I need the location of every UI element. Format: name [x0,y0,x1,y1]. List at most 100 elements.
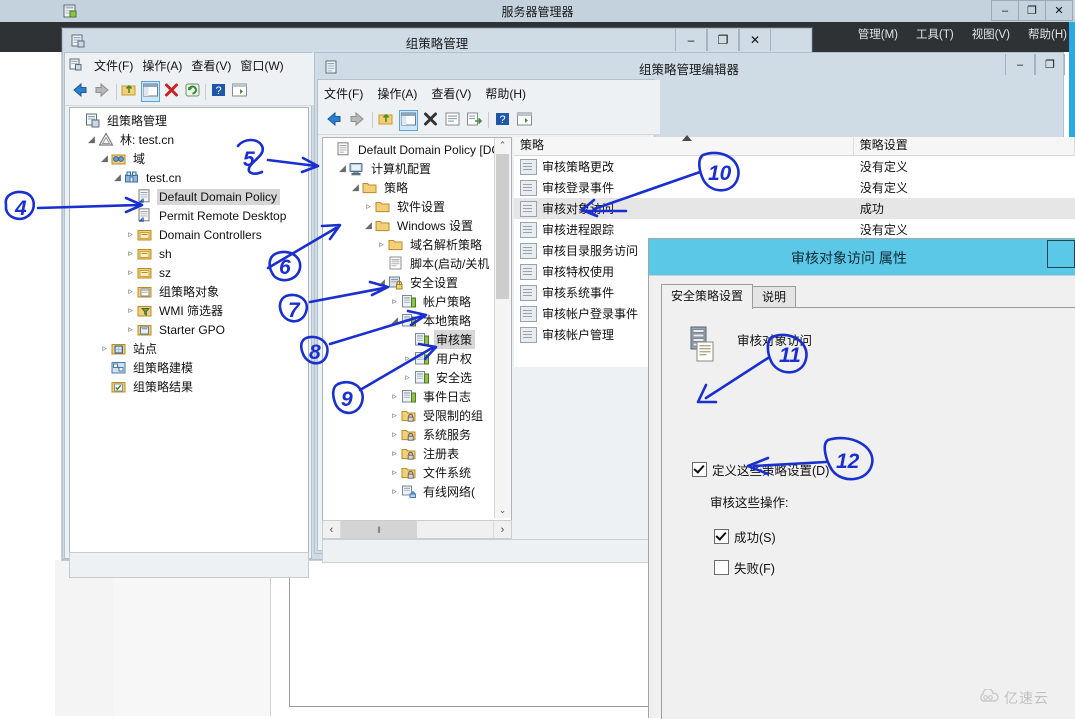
tree-item-domain-controllers[interactable]: ▹Domain Controllers [70,225,308,244]
expanded-chevron-icon[interactable]: ◢ [388,315,401,326]
collapsed-chevron-icon[interactable]: ▹ [388,448,401,459]
collapsed-chevron-icon[interactable]: ▹ [401,353,414,364]
collapsed-chevron-icon[interactable]: ▹ [124,248,137,259]
maximize-button[interactable]: ❐ [1018,0,1046,21]
tree-item-域[interactable]: ◢域 [70,149,308,168]
collapsed-chevron-icon[interactable]: ▹ [124,286,137,297]
expanded-chevron-icon[interactable]: ◢ [336,163,349,174]
tree-item-有线网络[interactable]: ▹有线网络( [323,482,511,501]
column-header-policy[interactable]: 策略 [514,137,854,155]
delete-icon[interactable] [163,82,180,101]
menu-item-view[interactable]: 视图(V) [972,26,1010,42]
collapsed-chevron-icon[interactable]: ▹ [388,467,401,478]
up-folder-icon[interactable] [121,82,138,101]
collapsed-chevron-icon[interactable]: ▹ [124,229,137,240]
menu-item-help[interactable]: 帮助(H) [1028,26,1067,42]
expanded-chevron-icon[interactable]: ◢ [85,134,98,145]
tree-item-组策略结果[interactable]: 组策略结果 [70,377,308,396]
expanded-chevron-icon[interactable]: ◢ [375,277,388,288]
gpme-menu-file[interactable]: 文件(F) [324,85,363,102]
tree-item-starter-gpo[interactable]: ▹Starter GPO [70,320,308,339]
properties-dialog-close-button[interactable] [1047,240,1075,268]
properties-icon[interactable] [444,111,461,130]
collapsed-chevron-icon[interactable]: ▹ [362,201,375,212]
tree-item-default-domain-policy[interactable]: Default Domain Policy [70,187,308,206]
forward-icon[interactable] [93,82,112,101]
delete-icon[interactable] [422,111,439,130]
tree-item-sz[interactable]: ▹sz [70,263,308,282]
gpme-tree-vscrollbar[interactable]: ⌃ ⌄ [494,138,511,518]
audit-success-checkbox[interactable]: 成功(S) [714,527,776,546]
tree-item-系统服务[interactable]: ▹系统服务 [323,425,511,444]
gpme-menubar[interactable]: 文件(F) 操作(A) 查看(V) 帮助(H) [318,80,660,106]
tree-item-组策略管理[interactable]: 组策略管理 [70,111,308,130]
collapsed-chevron-icon[interactable]: ▹ [375,239,388,250]
collapsed-chevron-icon[interactable]: ▹ [124,324,137,335]
audit-failure-checkbox[interactable]: 失败(F) [714,558,775,577]
success-checkbox-box[interactable] [714,529,729,544]
collapsed-chevron-icon[interactable]: ▹ [388,410,401,421]
tree-item-域名解析策略[interactable]: ▹域名解析策略 [323,235,511,254]
gpm-minimize-button[interactable]: – [675,29,707,51]
gpm-tree-view[interactable]: 组策略管理◢林: test.cn◢域◢test.cnDefault Domain… [69,107,309,553]
tree-item-帐户策略[interactable]: ▹帐户策略 [323,292,511,311]
gpme-minimize-button[interactable]: – [1005,54,1035,75]
tree-item-脚本-启动-关机[interactable]: 脚本(启动/关机 [323,254,511,273]
gpm-window-buttons[interactable]: – ❐ ✕ [675,29,771,51]
back-icon[interactable] [324,111,343,130]
up-folder-icon[interactable] [378,111,395,130]
policy-list-row[interactable]: 审核对象访问成功 [514,198,1075,219]
failure-checkbox-box[interactable] [714,560,729,575]
gpme-maximize-button[interactable]: ❐ [1035,54,1065,75]
close-button[interactable]: ✕ [1045,0,1073,21]
collapsed-chevron-icon[interactable]: ▹ [124,305,137,316]
expanded-chevron-icon[interactable]: ◢ [362,220,375,231]
scroll-down-arrow-icon[interactable]: ⌄ [495,503,510,518]
tree-item-组策略对象[interactable]: ▹组策略对象 [70,282,308,301]
collapsed-chevron-icon[interactable]: ▹ [388,486,401,497]
tree-item-组策略建模[interactable]: 组策略建模 [70,358,308,377]
collapsed-chevron-icon[interactable]: ▹ [401,372,414,383]
gpme-toolbar[interactable]: ? [318,106,660,135]
collapsed-chevron-icon[interactable]: ▹ [124,267,137,278]
collapsed-chevron-icon[interactable]: ▹ [98,343,111,354]
tree-item-策略[interactable]: ◢策略 [323,178,511,197]
gpm-close-button[interactable]: ✕ [739,29,771,51]
menu-item-tools[interactable]: 工具(T) [916,26,954,42]
tree-item-sh[interactable]: ▹sh [70,244,308,263]
column-header-policy-setting[interactable]: 策略设置 [854,137,1075,155]
policy-list-row[interactable]: 审核登录事件没有定义 [514,177,1075,198]
gpme-menu-help[interactable]: 帮助(H) [485,85,526,102]
menu-item-manage[interactable]: 管理(M) [858,26,898,42]
policy-list-header[interactable]: 策略 策略设置 [514,137,1075,156]
policy-list-row[interactable]: 审核策略更改没有定义 [514,156,1075,177]
gpme-tree-scroll-thumb[interactable] [496,154,509,299]
server-manager-menubar[interactable]: 管理(M) 工具(T) 视图(V) 帮助(H) [858,26,1067,42]
gpm-menu-view[interactable]: 查看(V) [191,57,231,74]
gpme-tree-view[interactable]: Default Domain Policy [DC◢计算机配置◢策略▹软件设置◢… [322,137,512,521]
tree-item-计算机配置[interactable]: ◢计算机配置 [323,159,511,178]
define-checkbox-box[interactable] [692,462,707,477]
filter-icon[interactable] [516,111,533,130]
tree-item-站点[interactable]: ▹站点 [70,339,308,358]
tree-item-permit-remote-desktop[interactable]: Permit Remote Desktop [70,206,308,225]
collapsed-chevron-icon[interactable]: ▹ [388,296,401,307]
tree-item-安全设置[interactable]: ◢安全设置 [323,273,511,292]
tree-item-文件系统[interactable]: ▹文件系统 [323,463,511,482]
show-hide-tree-icon[interactable] [142,82,159,101]
tree-item-windows-设置[interactable]: ◢Windows 设置 [323,216,511,235]
tree-item-林-test-cn[interactable]: ◢林: test.cn [70,130,308,149]
scroll-up-arrow-icon[interactable]: ⌃ [495,138,510,153]
tab-explain[interactable]: 说明 [752,286,796,309]
refresh-icon[interactable] [184,82,201,101]
server-manager-window-buttons[interactable]: – ❐ ✕ [992,0,1073,21]
gpm-menubar[interactable]: 文件(F) 操作(A) 查看(V) 窗口(W) [65,53,315,78]
properties-dialog-tabs[interactable]: 安全策略设置 说明 [661,284,795,309]
help-icon[interactable]: ? [494,111,511,130]
expanded-chevron-icon[interactable]: ◢ [349,182,362,193]
expanded-chevron-icon[interactable]: ◢ [98,153,111,164]
scroll-left-arrow-icon[interactable]: ‹ [323,521,341,538]
collapsed-chevron-icon[interactable]: ▹ [388,429,401,440]
tab-security-policy-setting[interactable]: 安全策略设置 [661,284,753,309]
tree-item-用户权[interactable]: ▹用户权 [323,349,511,368]
